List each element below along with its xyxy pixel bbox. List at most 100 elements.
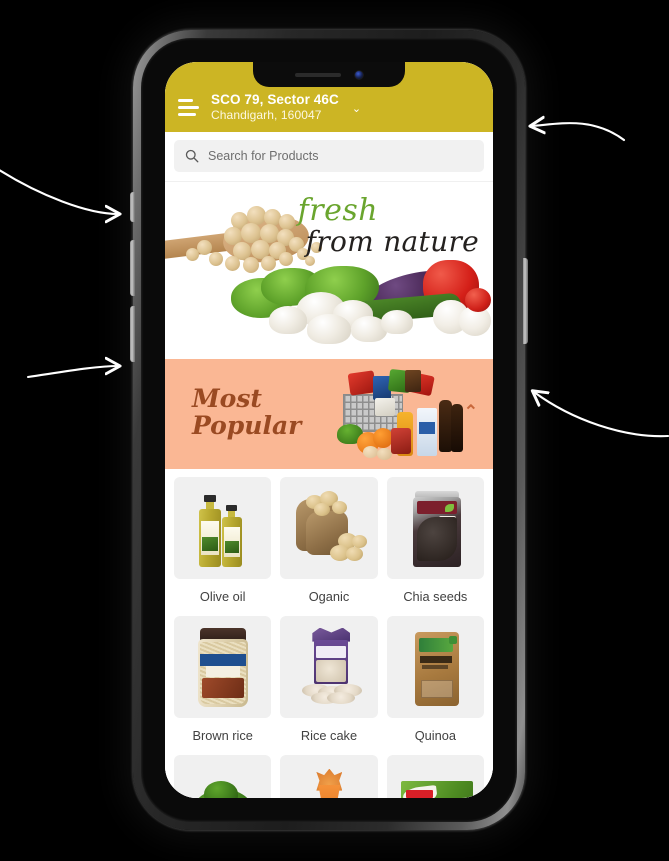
product-image [174, 615, 272, 718]
product-label: Quinoa [414, 727, 456, 743]
cart-item-box-white [375, 397, 395, 416]
product-label: Chia seeds [403, 588, 468, 604]
product-image [386, 754, 484, 798]
volume-down-button[interactable] [130, 306, 135, 362]
broccoli-floret [204, 780, 238, 798]
product-card[interactable]: Quinoa [386, 615, 484, 755]
rice-cake [327, 691, 356, 704]
product-image [280, 476, 378, 579]
mushroom [307, 313, 351, 344]
hero-banner[interactable]: fresh from nature [165, 180, 493, 359]
bottle-cap [204, 494, 216, 502]
potato [346, 546, 364, 561]
potato [352, 534, 368, 548]
pouch-eco-badge [448, 635, 457, 644]
chickpea [186, 247, 199, 261]
hero-headline-line1: fresh [297, 192, 379, 228]
cart-item-egg [363, 445, 378, 458]
hero-text-block: fresh from nature [297, 192, 479, 258]
pouch-info-box [420, 679, 453, 698]
power-button[interactable] [523, 258, 528, 344]
product-image [174, 754, 272, 798]
pack-label-text-area [316, 645, 347, 658]
search-icon [185, 149, 199, 163]
menu-line [178, 105, 199, 109]
phone-notch [253, 62, 405, 87]
address-line-1: SCO 79, Sector 46C [211, 92, 339, 107]
pouch-brand-logo [418, 637, 453, 652]
product-card[interactable]: Olive oil [174, 476, 272, 616]
cart-item-bottle-dark-2 [451, 403, 463, 452]
pouch-product-name [419, 655, 452, 663]
chickpea [197, 239, 212, 255]
product-card[interactable]: Chia seeds [386, 476, 484, 616]
screenshot-stage: SCO 79, Sector 46C Chandigarh, 160047 ⌄ [0, 0, 669, 861]
jar-label-white [206, 665, 240, 677]
search-section: Search for Products [165, 131, 493, 181]
most-popular-title-line1: Most [192, 383, 262, 413]
phone-mockup: SCO 79, Sector 46C Chandigarh, 160047 ⌄ [133, 30, 525, 830]
pack-window-cakes [316, 659, 347, 682]
potato [314, 502, 331, 516]
speaker-grille [295, 72, 341, 77]
hero-headline-line2: from nature [305, 224, 479, 258]
product-card[interactable]: Rice cake [280, 615, 378, 755]
product-card[interactable]: Oganic [280, 476, 378, 616]
product-grid-scroll[interactable]: Olive oil Oganic Chia seeds Brown rice R… [165, 468, 493, 798]
product-label: Rice cake [300, 727, 358, 743]
product-image [174, 476, 272, 579]
cart-item-milk-label [419, 421, 435, 434]
search-input[interactable]: Search for Products [174, 139, 484, 172]
bottle-label-art [202, 536, 218, 551]
mushroom [381, 309, 413, 334]
product-label: Brown rice [192, 727, 253, 743]
carrot [318, 784, 341, 798]
chickpea [209, 251, 223, 266]
chevron-down-icon[interactable]: ⌄ [352, 103, 361, 115]
pouch-leaf-icon [444, 503, 454, 512]
phone-screen: SCO 79, Sector 46C Chandigarh, 160047 ⌄ [165, 62, 493, 798]
tomato [465, 287, 491, 312]
product-card[interactable] [280, 754, 378, 798]
chickpea [225, 255, 240, 271]
cart-item-jam-jar [391, 427, 411, 454]
product-card[interactable] [386, 754, 484, 798]
volume-up-button[interactable] [130, 240, 135, 296]
cart-item-egg-2 [377, 447, 392, 460]
hamburger-menu-icon[interactable] [177, 96, 200, 119]
mute-switch[interactable] [130, 192, 135, 222]
chickpea [279, 251, 293, 266]
mushroom [269, 305, 307, 334]
product-card[interactable] [174, 754, 272, 798]
cart-item-chocolate-box [405, 369, 421, 392]
jar-brand-band [200, 653, 246, 666]
search-placeholder-text: Search for Products [208, 148, 319, 163]
most-popular-section[interactable]: Most Popular ⌃ [165, 358, 493, 469]
product-grid: Olive oil Oganic Chia seeds Brown rice R… [174, 476, 484, 798]
potato [332, 500, 348, 514]
address-line-2: Chandigarh, 160047 [211, 108, 322, 123]
grocery-app: SCO 79, Sector 46C Chandigarh, 160047 ⌄ [165, 62, 493, 798]
arrow-left-lower [26, 366, 118, 379]
chevron-up-icon[interactable]: ⌃ [464, 403, 478, 420]
product-label: Oganic [308, 588, 350, 604]
pouch-seed-window [416, 516, 457, 561]
product-card[interactable]: Brown rice [174, 615, 272, 755]
product-image [280, 754, 378, 798]
product-label: Olive oil [199, 588, 246, 604]
product-image [386, 476, 484, 579]
delivery-address[interactable]: SCO 79, Sector 46C Chandigarh, 160047 [211, 92, 339, 123]
menu-line [178, 98, 193, 102]
arrow-right-lower [534, 392, 669, 438]
jar-label-art [202, 677, 244, 698]
menu-line [178, 112, 196, 116]
bottle-label-art [225, 540, 239, 553]
chickpea [261, 255, 276, 271]
chickpea [279, 213, 295, 230]
product-image [386, 615, 484, 718]
pouch-subtext [421, 664, 448, 669]
arrow-right-upper [532, 123, 626, 142]
app-header-row: SCO 79, Sector 46C Chandigarh, 160047 ⌄ [165, 92, 493, 123]
front-camera [355, 70, 363, 79]
chickpea [243, 256, 259, 273]
